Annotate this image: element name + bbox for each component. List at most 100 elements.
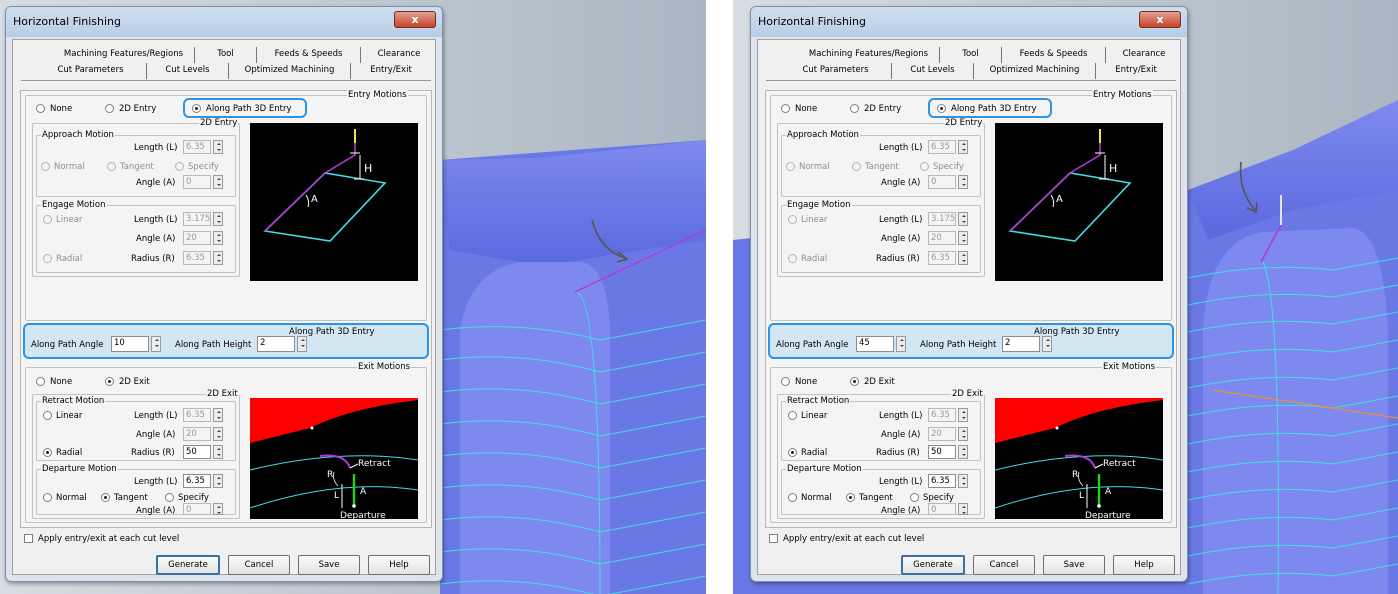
entry-none-radio[interactable] xyxy=(781,104,790,113)
retract-radius-field[interactable]: 50 xyxy=(928,445,956,459)
apply-each-level-checkbox[interactable] xyxy=(24,534,33,543)
tab-entry-exit[interactable]: Entry/Exit xyxy=(351,63,431,79)
exit-none-radio[interactable] xyxy=(36,377,45,386)
along-path-angle-spinner[interactable] xyxy=(896,336,906,352)
save-button[interactable]: Save xyxy=(298,555,360,575)
help-button[interactable]: Help xyxy=(368,555,430,575)
retract-angle-field[interactable]: 20 xyxy=(928,427,956,441)
approach-length-field[interactable]: 6.35 xyxy=(183,140,211,154)
engage-radius-spinner[interactable] xyxy=(213,251,223,265)
departure-length-spinner[interactable] xyxy=(213,474,223,488)
departure-tangent-radio[interactable] xyxy=(846,493,855,502)
tab-feeds-speeds[interactable]: Feeds & Speeds xyxy=(257,47,361,63)
tab-cut-levels[interactable]: Cut Levels xyxy=(892,63,974,79)
departure-length-field[interactable]: 6.35 xyxy=(928,474,956,488)
apply-each-level-checkbox[interactable] xyxy=(769,534,778,543)
engage-linear-radio[interactable] xyxy=(43,215,52,224)
entry-none-radio[interactable] xyxy=(36,104,45,113)
engage-angle-field[interactable]: 20 xyxy=(183,231,211,245)
departure-tangent-radio[interactable] xyxy=(101,493,110,502)
engage-radial-radio[interactable] xyxy=(788,254,797,263)
approach-specify-radio[interactable] xyxy=(920,162,929,171)
along-path-height-field[interactable]: 2 xyxy=(257,336,295,352)
exit-2d-radio[interactable] xyxy=(850,377,859,386)
close-button[interactable]: x xyxy=(394,11,436,28)
departure-length-spinner[interactable] xyxy=(958,474,968,488)
departure-angle-spinner[interactable] xyxy=(958,503,968,515)
generate-button[interactable]: Generate xyxy=(156,555,220,575)
retract-length-spinner[interactable] xyxy=(958,408,968,422)
engage-angle-spinner[interactable] xyxy=(958,231,968,245)
engage-angle-spinner[interactable] xyxy=(213,231,223,245)
along-path-height-spinner[interactable] xyxy=(297,336,307,352)
approach-angle-field[interactable]: 0 xyxy=(928,175,956,189)
engage-length-field[interactable]: 3.175 xyxy=(928,212,956,226)
tab-tool[interactable]: Tool xyxy=(195,47,257,63)
engage-linear-radio[interactable] xyxy=(788,215,797,224)
tab-machining-features[interactable]: Machining Features/Regions xyxy=(798,47,940,63)
tab-tool[interactable]: Tool xyxy=(940,47,1002,63)
retract-angle-spinner[interactable] xyxy=(958,427,968,441)
approach-normal-radio[interactable] xyxy=(41,162,50,171)
entry-2d-radio[interactable] xyxy=(105,104,114,113)
tab-cut-parameters[interactable]: Cut Parameters xyxy=(35,63,147,79)
along-path-height-field[interactable]: 2 xyxy=(1002,336,1040,352)
tab-cut-parameters[interactable]: Cut Parameters xyxy=(780,63,892,79)
entry-along-path-radio[interactable] xyxy=(937,104,946,113)
approach-length-spinner[interactable] xyxy=(958,140,968,154)
retract-length-field[interactable]: 6.35 xyxy=(183,408,211,422)
retract-length-field[interactable]: 6.35 xyxy=(928,408,956,422)
engage-length-spinner[interactable] xyxy=(213,212,223,226)
entry-2d-radio[interactable] xyxy=(850,104,859,113)
tab-cut-levels[interactable]: Cut Levels xyxy=(147,63,229,79)
departure-angle-field[interactable]: 0 xyxy=(183,503,211,515)
departure-specify-radio[interactable] xyxy=(165,493,174,502)
approach-length-spinner[interactable] xyxy=(213,140,223,154)
departure-normal-radio[interactable] xyxy=(788,493,797,502)
departure-angle-spinner[interactable] xyxy=(213,503,223,515)
retract-radius-field[interactable]: 50 xyxy=(183,445,211,459)
tab-optimized-machining[interactable]: Optimized Machining xyxy=(974,63,1096,79)
departure-normal-radio[interactable] xyxy=(43,493,52,502)
retract-angle-spinner[interactable] xyxy=(213,427,223,441)
along-path-angle-field[interactable]: 45 xyxy=(856,336,894,352)
approach-angle-spinner[interactable] xyxy=(958,175,968,189)
retract-radial-radio[interactable] xyxy=(43,448,52,457)
exit-none-radio[interactable] xyxy=(781,377,790,386)
approach-tangent-radio[interactable] xyxy=(852,162,861,171)
cancel-button[interactable]: Cancel xyxy=(973,555,1035,575)
retract-radius-spinner[interactable] xyxy=(213,445,223,459)
tab-optimized-machining[interactable]: Optimized Machining xyxy=(229,63,351,79)
tab-machining-features[interactable]: Machining Features/Regions xyxy=(53,47,195,63)
cancel-button[interactable]: Cancel xyxy=(228,555,290,575)
entry-along-path-radio[interactable] xyxy=(192,104,201,113)
retract-radius-spinner[interactable] xyxy=(958,445,968,459)
help-button[interactable]: Help xyxy=(1113,555,1175,575)
save-button[interactable]: Save xyxy=(1043,555,1105,575)
generate-button[interactable]: Generate xyxy=(901,555,965,575)
approach-specify-radio[interactable] xyxy=(175,162,184,171)
approach-angle-field[interactable]: 0 xyxy=(183,175,211,189)
engage-radius-spinner[interactable] xyxy=(958,251,968,265)
tab-clearance[interactable]: Clearance xyxy=(1106,47,1182,63)
engage-length-field[interactable]: 3.175 xyxy=(183,212,211,226)
retract-angle-field[interactable]: 20 xyxy=(183,427,211,441)
along-path-angle-field[interactable]: 10 xyxy=(111,336,149,352)
engage-radial-radio[interactable] xyxy=(43,254,52,263)
engage-radius-field[interactable]: 6.35 xyxy=(183,251,211,265)
approach-angle-spinner[interactable] xyxy=(213,175,223,189)
retract-linear-radio[interactable] xyxy=(43,411,52,420)
tab-feeds-speeds[interactable]: Feeds & Speeds xyxy=(1002,47,1106,63)
tab-clearance[interactable]: Clearance xyxy=(361,47,437,63)
tab-entry-exit[interactable]: Entry/Exit xyxy=(1096,63,1176,79)
engage-length-spinner[interactable] xyxy=(958,212,968,226)
exit-2d-radio[interactable] xyxy=(105,377,114,386)
engage-radius-field[interactable]: 6.35 xyxy=(928,251,956,265)
retract-radial-radio[interactable] xyxy=(788,448,797,457)
retract-linear-radio[interactable] xyxy=(788,411,797,420)
departure-specify-radio[interactable] xyxy=(910,493,919,502)
engage-angle-field[interactable]: 20 xyxy=(928,231,956,245)
close-button[interactable]: x xyxy=(1139,11,1181,28)
departure-length-field[interactable]: 6.35 xyxy=(183,474,211,488)
approach-length-field[interactable]: 6.35 xyxy=(928,140,956,154)
